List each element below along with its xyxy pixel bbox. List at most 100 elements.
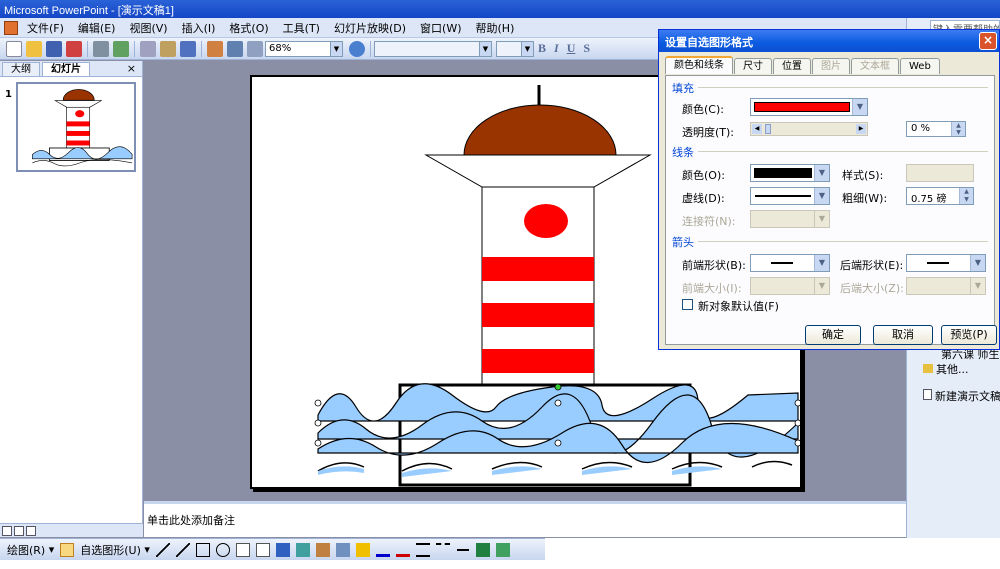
- menu-window[interactable]: 窗口(W): [413, 20, 468, 36]
- spinner-icon[interactable]: ▲ ▼: [959, 188, 973, 204]
- zoom-select[interactable]: 68% ▼: [265, 40, 343, 57]
- vertical-textbox-icon[interactable]: [255, 542, 270, 557]
- paste-icon[interactable]: [160, 40, 176, 57]
- chevron-down-icon: ▼: [479, 41, 491, 56]
- menu-help[interactable]: 帮助(H): [469, 20, 522, 36]
- new-icon[interactable]: [6, 40, 22, 57]
- line-color-label: 颜色(O):: [682, 169, 725, 182]
- slider-left-icon[interactable]: ◀: [752, 124, 762, 134]
- line-color-icon[interactable]: [375, 543, 390, 557]
- ok-button[interactable]: 确定: [805, 325, 861, 345]
- slide-thumbnail[interactable]: [16, 82, 136, 172]
- wordart-icon[interactable]: [275, 542, 290, 557]
- dialog-tabs: 颜色和线条 尺寸 位置 图片 文本框 Web: [665, 56, 941, 74]
- bold-button[interactable]: B: [538, 41, 546, 56]
- font-size-select[interactable]: ▼: [496, 40, 534, 57]
- format-autoshape-dialog: 设置自选图形格式 × 颜色和线条 尺寸 位置 图片 文本框 Web 填充 颜色(…: [658, 29, 1000, 350]
- red-stripe[interactable]: [482, 257, 594, 281]
- shadow-button[interactable]: S: [583, 41, 590, 56]
- slideshow-view-icon[interactable]: [26, 525, 36, 536]
- line-icon[interactable]: [155, 542, 170, 557]
- rectangle-icon[interactable]: [195, 542, 210, 557]
- insert-table-icon[interactable]: [227, 40, 243, 57]
- tab-colors-lines[interactable]: 颜色和线条: [665, 56, 733, 74]
- new-presentation-link[interactable]: 新建演示文稿: [923, 388, 1000, 404]
- blank-area: [545, 538, 1000, 569]
- open-icon[interactable]: [26, 40, 42, 57]
- show-grid-icon[interactable]: [247, 40, 263, 57]
- menu-edit[interactable]: 编辑(E): [71, 20, 123, 36]
- toolbar-separator: [370, 40, 371, 57]
- copy-icon[interactable]: [140, 40, 156, 57]
- window-circle[interactable]: [524, 204, 568, 238]
- menu-format[interactable]: 格式(O): [222, 20, 275, 36]
- autoshapes-menu-button[interactable]: 自选图形(U) ▾: [80, 542, 150, 558]
- tab-position[interactable]: 位置: [773, 58, 811, 74]
- arrow-style-icon[interactable]: [455, 542, 470, 557]
- transparency-input[interactable]: 0 % ▲ ▼: [906, 121, 966, 137]
- more-files-link[interactable]: 其他...: [923, 361, 969, 377]
- default-checkbox[interactable]: [682, 299, 693, 310]
- draw-menu-button[interactable]: 绘图(R) ▾: [7, 542, 54, 558]
- app-menu-icon[interactable]: [4, 20, 18, 35]
- dash-select[interactable]: ▼: [750, 187, 830, 205]
- slider-thumb[interactable]: [765, 124, 771, 134]
- connector-label: 连接符(N):: [682, 215, 736, 228]
- textbox-icon[interactable]: [235, 542, 250, 557]
- line-style-icon[interactable]: [415, 542, 430, 557]
- fill-color-select[interactable]: ▼: [750, 98, 868, 116]
- fill-color-icon[interactable]: [355, 542, 370, 557]
- shadow-style-icon[interactable]: [475, 542, 490, 557]
- spelling-icon[interactable]: [113, 40, 129, 57]
- line-color-select[interactable]: ▼: [750, 164, 830, 182]
- red-stripe[interactable]: [482, 349, 594, 373]
- preview-button[interactable]: 预览(P): [941, 325, 997, 345]
- close-icon[interactable]: ×: [127, 62, 136, 75]
- tab-web[interactable]: Web: [900, 58, 940, 74]
- sorter-view-icon[interactable]: [14, 525, 24, 536]
- red-stripe[interactable]: [482, 303, 594, 327]
- menu-view[interactable]: 视图(V): [122, 20, 174, 36]
- picture-icon[interactable]: [335, 542, 350, 557]
- end-style-select[interactable]: ▼: [906, 254, 986, 272]
- tab-outline[interactable]: 大纲: [2, 62, 40, 76]
- underline-button[interactable]: U: [567, 41, 576, 56]
- tab-slides[interactable]: 幻灯片: [42, 62, 90, 76]
- transparency-slider[interactable]: ◀ ▶: [750, 122, 868, 136]
- clipart-icon[interactable]: [315, 542, 330, 557]
- dome-shape[interactable]: [463, 104, 617, 156]
- menu-file[interactable]: 文件(F): [20, 20, 71, 36]
- insert-chart-icon[interactable]: [207, 40, 223, 57]
- menu-slideshow[interactable]: 幻灯片放映(D): [327, 20, 413, 36]
- roof-shape[interactable]: [424, 154, 652, 188]
- window-title-bar: Microsoft PowerPoint - [演示文稿1]: [0, 0, 1000, 18]
- undo-icon[interactable]: [180, 40, 196, 57]
- close-icon[interactable]: ×: [979, 32, 997, 50]
- menu-insert[interactable]: 插入(I): [175, 20, 223, 36]
- weight-input[interactable]: 0.75 磅 ▲ ▼: [906, 187, 974, 205]
- tab-size[interactable]: 尺寸: [734, 58, 772, 74]
- begin-style-select[interactable]: ▼: [750, 254, 830, 272]
- permission-icon[interactable]: [66, 40, 82, 57]
- menu-tools[interactable]: 工具(T): [276, 20, 327, 36]
- arrow-icon[interactable]: [175, 542, 190, 557]
- font-select[interactable]: ▼: [374, 40, 492, 57]
- cancel-button[interactable]: 取消: [873, 325, 933, 345]
- spinner-icon[interactable]: ▲ ▼: [951, 122, 965, 136]
- dash-style-icon[interactable]: [435, 542, 450, 557]
- print-icon[interactable]: [93, 40, 109, 57]
- chevron-down-icon: ▼: [852, 99, 867, 115]
- italic-button[interactable]: I: [554, 41, 559, 56]
- fill-section-title: 填充: [672, 82, 694, 95]
- font-color-icon[interactable]: [395, 543, 410, 557]
- slider-right-icon[interactable]: ▶: [856, 124, 866, 134]
- notes-pane[interactable]: 单击此处添加备注: [144, 501, 906, 537]
- toolbar-separator: [201, 40, 202, 57]
- save-icon[interactable]: [46, 40, 62, 57]
- oval-icon[interactable]: [215, 542, 230, 557]
- help-icon[interactable]: [349, 40, 365, 57]
- 3d-style-icon[interactable]: [495, 542, 510, 557]
- select-objects-icon[interactable]: [60, 542, 75, 557]
- normal-view-icon[interactable]: [2, 525, 12, 536]
- diagram-icon[interactable]: [295, 542, 310, 557]
